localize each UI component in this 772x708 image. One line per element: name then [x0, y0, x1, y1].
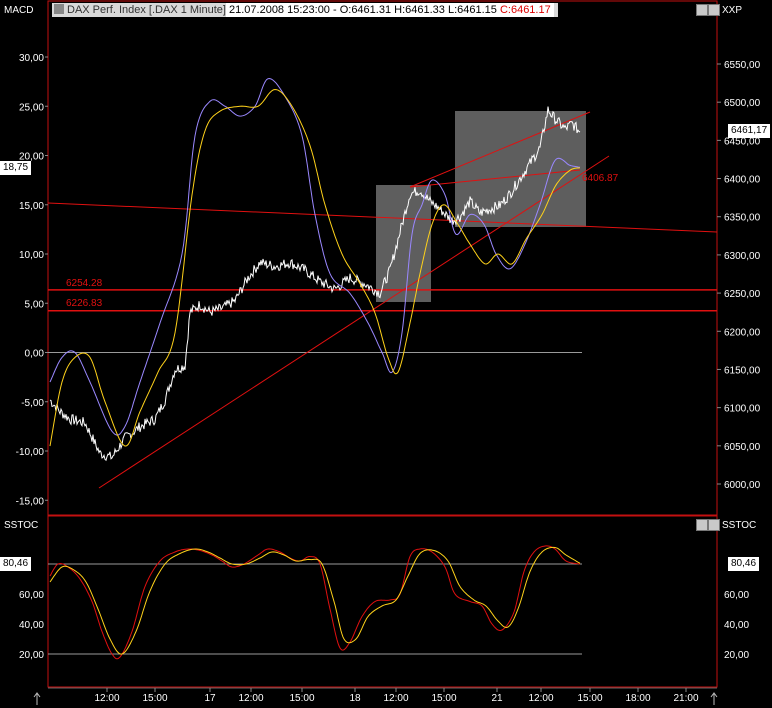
price-tick-label: 6100,00	[724, 404, 761, 415]
level-label-6226: 6226.83	[66, 298, 103, 309]
macd-panel-title: MACD	[4, 5, 34, 16]
price-tick-label: 6450,00	[724, 136, 761, 147]
stoch-k-line	[49, 545, 581, 660]
macd-tick-label: 30,00	[19, 53, 44, 64]
time-tick-label: 12:00	[383, 693, 408, 704]
macd-tick-label: 15,00	[19, 201, 44, 212]
sstoc-panel-frame	[47, 515, 718, 688]
sstoc-axis-title: SSTOC	[722, 520, 757, 531]
macd-tick-label: -10,00	[16, 447, 45, 458]
time-tick-label: 21	[491, 693, 503, 704]
macd-tick-label: -5,00	[21, 398, 44, 409]
sstoc-tick-label-left: 20,00	[19, 650, 44, 661]
price-tick-label: 6000,00	[724, 480, 761, 491]
price-tick-label: 6050,00	[724, 442, 761, 453]
macd-tick-label: 25,00	[19, 102, 44, 113]
chart-canvas: 30,00 25,00 20,00 15,00 10,00 5,00 0,00 -5,00 -1…	[16, 0, 761, 705]
price-tick-label: 6350,00	[724, 213, 761, 224]
sstoc-panel-title: SSTOC	[4, 520, 39, 531]
price-tick-label: 6550,00	[724, 60, 761, 71]
time-tick-label: 17	[204, 693, 216, 704]
price-tick-label: 6200,00	[724, 327, 761, 338]
time-tick-label: 21:00	[673, 693, 698, 704]
time-tick-label: 12:00	[94, 693, 119, 704]
price-tick-label: 6150,00	[724, 365, 761, 376]
sstoc-right-tag: 80,46	[728, 557, 760, 571]
time-tick-label: 18	[349, 693, 361, 704]
macd-tick-label: 10,00	[19, 250, 44, 261]
close-panel-button[interactable]	[708, 4, 720, 16]
price-axis-title: XXP	[722, 5, 743, 16]
macd-current-tag: 18,75	[0, 161, 32, 175]
sstoc-tick-label-right: 60,00	[724, 590, 749, 601]
instrument-label: DAX Perf. Index [.DAX 1 Minute]	[67, 4, 226, 16]
sstoc-left-tag: 80,46	[0, 557, 32, 571]
quote-readout: 21.07.2008 15:23:00 - O:6461.31 H:6461.3…	[226, 3, 554, 17]
support-trendline	[98, 155, 610, 489]
trend-label: 6406.87	[582, 173, 619, 184]
sstoc-tick-label-left: 40,00	[19, 620, 44, 631]
price-tick-label: 6250,00	[724, 289, 761, 300]
sstoc-tick-label-right: 40,00	[724, 620, 749, 631]
left-scroll-arrow-icon	[33, 692, 41, 705]
level-label-6254: 6254.28	[66, 278, 103, 289]
time-tick-label: 15:00	[142, 693, 167, 704]
time-tick-label: 15:00	[431, 693, 456, 704]
price-current-tag: 6461,17	[728, 124, 771, 138]
maximize-sstoc-button[interactable]	[696, 519, 708, 531]
chart-icon	[54, 4, 64, 14]
macd-tick-label: 0,00	[25, 349, 45, 360]
close-sstoc-button[interactable]	[708, 519, 720, 531]
time-tick-label: 12:00	[528, 693, 553, 704]
close-value: C:6461.17	[499, 4, 551, 16]
macd-tick-label: -15,00	[16, 496, 45, 507]
maximize-button[interactable]	[696, 4, 708, 16]
time-tick-label: 15:00	[289, 693, 314, 704]
right-scroll-arrow-icon	[710, 692, 718, 705]
time-tick-label: 18:00	[625, 693, 650, 704]
time-tick-label: 12:00	[238, 693, 263, 704]
sstoc-tick-label-left: 60,00	[19, 590, 44, 601]
price-tick-label: 6500,00	[724, 98, 761, 109]
price-tick-label: 6300,00	[724, 251, 761, 262]
price-tick-label: 6400,00	[724, 175, 761, 186]
macd-tick-label: 5,00	[25, 299, 45, 310]
sstoc-tick-label-right: 20,00	[724, 650, 749, 661]
time-tick-label: 15:00	[577, 693, 602, 704]
ohlc-values: 21.07.2008 15:23:00 - O:6461.31 H:6461.3…	[229, 4, 497, 16]
